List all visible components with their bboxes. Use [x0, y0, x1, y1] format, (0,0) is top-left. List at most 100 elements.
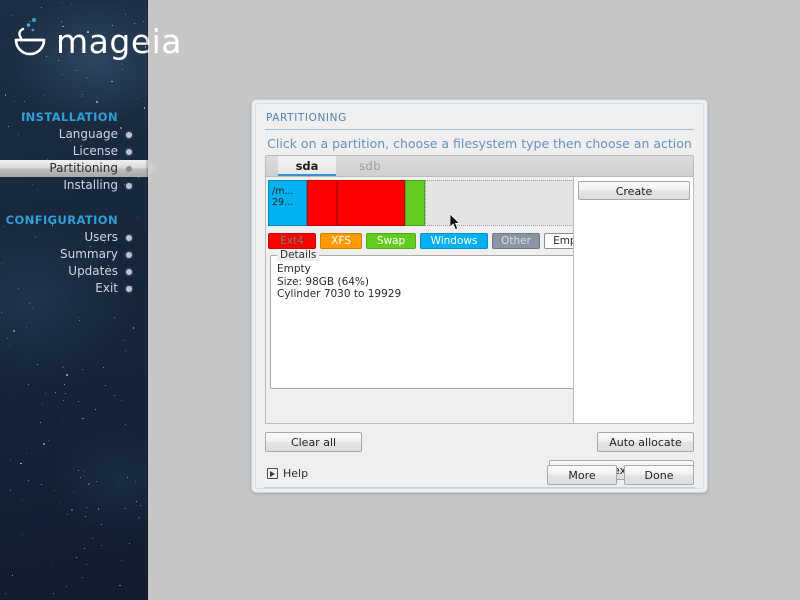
star-speck: [70, 3, 72, 5]
star-speck: [137, 176, 139, 178]
star-speck: [118, 481, 120, 483]
sidebar-item-label: Summary: [60, 247, 118, 261]
mageia-logo: mageia: [12, 16, 182, 70]
star-speck: [55, 392, 56, 394]
star-speck: [10, 14, 12, 16]
dialog-inner-frame: PARTITIONING Click on a partition, choos…: [255, 103, 704, 489]
sidebar-item-license[interactable]: License: [0, 143, 148, 160]
legend-chip-ext4[interactable]: Ext4: [268, 233, 316, 249]
auto-allocate-button[interactable]: Auto allocate: [597, 432, 694, 452]
star-speck: [121, 400, 123, 402]
star-speck: [40, 484, 42, 486]
disk-tabstrip: sda sdb: [265, 155, 694, 177]
star-speck: [136, 216, 138, 218]
star-speck: [120, 127, 122, 130]
sidebar-item-exit[interactable]: Exit: [0, 280, 148, 297]
star-speck: [101, 523, 103, 525]
star-speck: [26, 453, 28, 455]
star-speck: [82, 417, 84, 420]
details-line-0: Empty: [277, 263, 311, 275]
star-speck: [21, 533, 23, 535]
details-line-1: Size: 98GB (64%): [277, 275, 369, 288]
partition-block-1-ext4[interactable]: [307, 180, 338, 226]
star-speck: [80, 477, 82, 479]
create-button[interactable]: Create: [578, 181, 690, 200]
star-speck: [12, 330, 15, 332]
star-speck: [20, 462, 22, 465]
dialog-title: PARTITIONING: [266, 112, 347, 124]
star-speck: [139, 505, 141, 507]
sidebar-item-label: Installing: [63, 178, 118, 192]
star-speck: [61, 1, 63, 3]
logo-wordmark: mageia: [56, 22, 183, 61]
star-speck: [99, 590, 101, 592]
star-speck: [89, 482, 91, 484]
sidebar-item-label: Updates: [68, 264, 118, 278]
details-panel-label: Details: [277, 249, 320, 261]
sidebar-item-users[interactable]: Users: [0, 229, 148, 246]
legend-chip-other[interactable]: Other: [492, 233, 540, 249]
star-speck: [124, 424, 126, 426]
star-speck: [9, 344, 11, 346]
star-speck: [86, 564, 88, 566]
star-speck: [108, 264, 110, 266]
legend-chip-windows[interactable]: Windows: [420, 233, 488, 249]
star-speck: [100, 545, 102, 547]
star-speck: [28, 303, 30, 305]
star-speck: [28, 383, 30, 385]
star-speck: [83, 476, 85, 478]
more-button[interactable]: More: [547, 465, 617, 485]
instruction-text: Click on a partition, choose a filesyste…: [267, 136, 692, 151]
star-speck: [103, 367, 105, 369]
star-speck: [5, 592, 7, 594]
star-speck: [128, 542, 131, 545]
star-speck: [32, 307, 34, 310]
star-speck: [134, 481, 136, 483]
legend-chip-xfs[interactable]: XFS: [320, 233, 362, 249]
partition-map[interactable]: /m... 29...: [268, 180, 582, 226]
actions-pane: Create: [573, 177, 693, 423]
star-speck: [3, 261, 5, 263]
nav-section-heading-installation: INSTALLATION: [20, 110, 118, 124]
step-bullet-icon: [126, 149, 132, 155]
sidebar-item-language[interactable]: Language: [0, 126, 148, 143]
partition-block-0-windows[interactable]: /m... 29...: [268, 180, 308, 226]
partition-block-label: /m... 29...: [269, 181, 306, 208]
star-speck: [111, 80, 113, 83]
star-speck: [84, 547, 86, 549]
star-speck: [24, 100, 26, 102]
clear-all-button[interactable]: Clear all: [265, 432, 362, 452]
sidebar-item-label: Exit: [95, 281, 118, 295]
nav-section-heading-configuration: CONFIGURATION: [5, 213, 118, 227]
help-link[interactable]: Help: [267, 467, 308, 480]
tab-sda[interactable]: sda: [278, 156, 336, 177]
partition-block-4-empty[interactable]: [425, 180, 582, 226]
sidebar-item-installing[interactable]: Installing: [0, 177, 148, 194]
footer-divider: [264, 487, 695, 488]
legend-chip-swap[interactable]: Swap: [366, 233, 416, 249]
star-speck: [87, 30, 89, 33]
star-speck: [137, 98, 139, 100]
star-speck: [76, 70, 78, 72]
star-speck: [31, 183, 33, 185]
done-button[interactable]: Done: [624, 465, 694, 485]
star-speck: [122, 253, 124, 255]
help-label: Help: [283, 467, 309, 480]
star-speck: [92, 522, 94, 524]
partition-mountpoint: /m...: [272, 186, 294, 197]
star-speck: [132, 327, 135, 329]
star-speck: [95, 409, 97, 411]
mouse-cursor: [450, 214, 461, 230]
sidebar-item-label: Partitioning: [49, 161, 118, 175]
sidebar-item-label: Users: [84, 230, 118, 244]
tab-sdb[interactable]: sdb: [344, 156, 396, 177]
disk-content-area: /m... 29... Ext4 XFS Swap Windows Other Empty …: [265, 176, 694, 424]
sidebar-item-updates[interactable]: Updates: [0, 263, 148, 280]
star-speck: [121, 560, 123, 562]
star-speck: [62, 25, 64, 28]
partition-block-2-ext4[interactable]: [337, 180, 405, 226]
star-speck: [70, 509, 73, 511]
sidebar-item-summary[interactable]: Summary: [0, 246, 148, 263]
star-speck: [64, 296, 66, 298]
partition-block-3-swap[interactable]: [404, 180, 425, 226]
